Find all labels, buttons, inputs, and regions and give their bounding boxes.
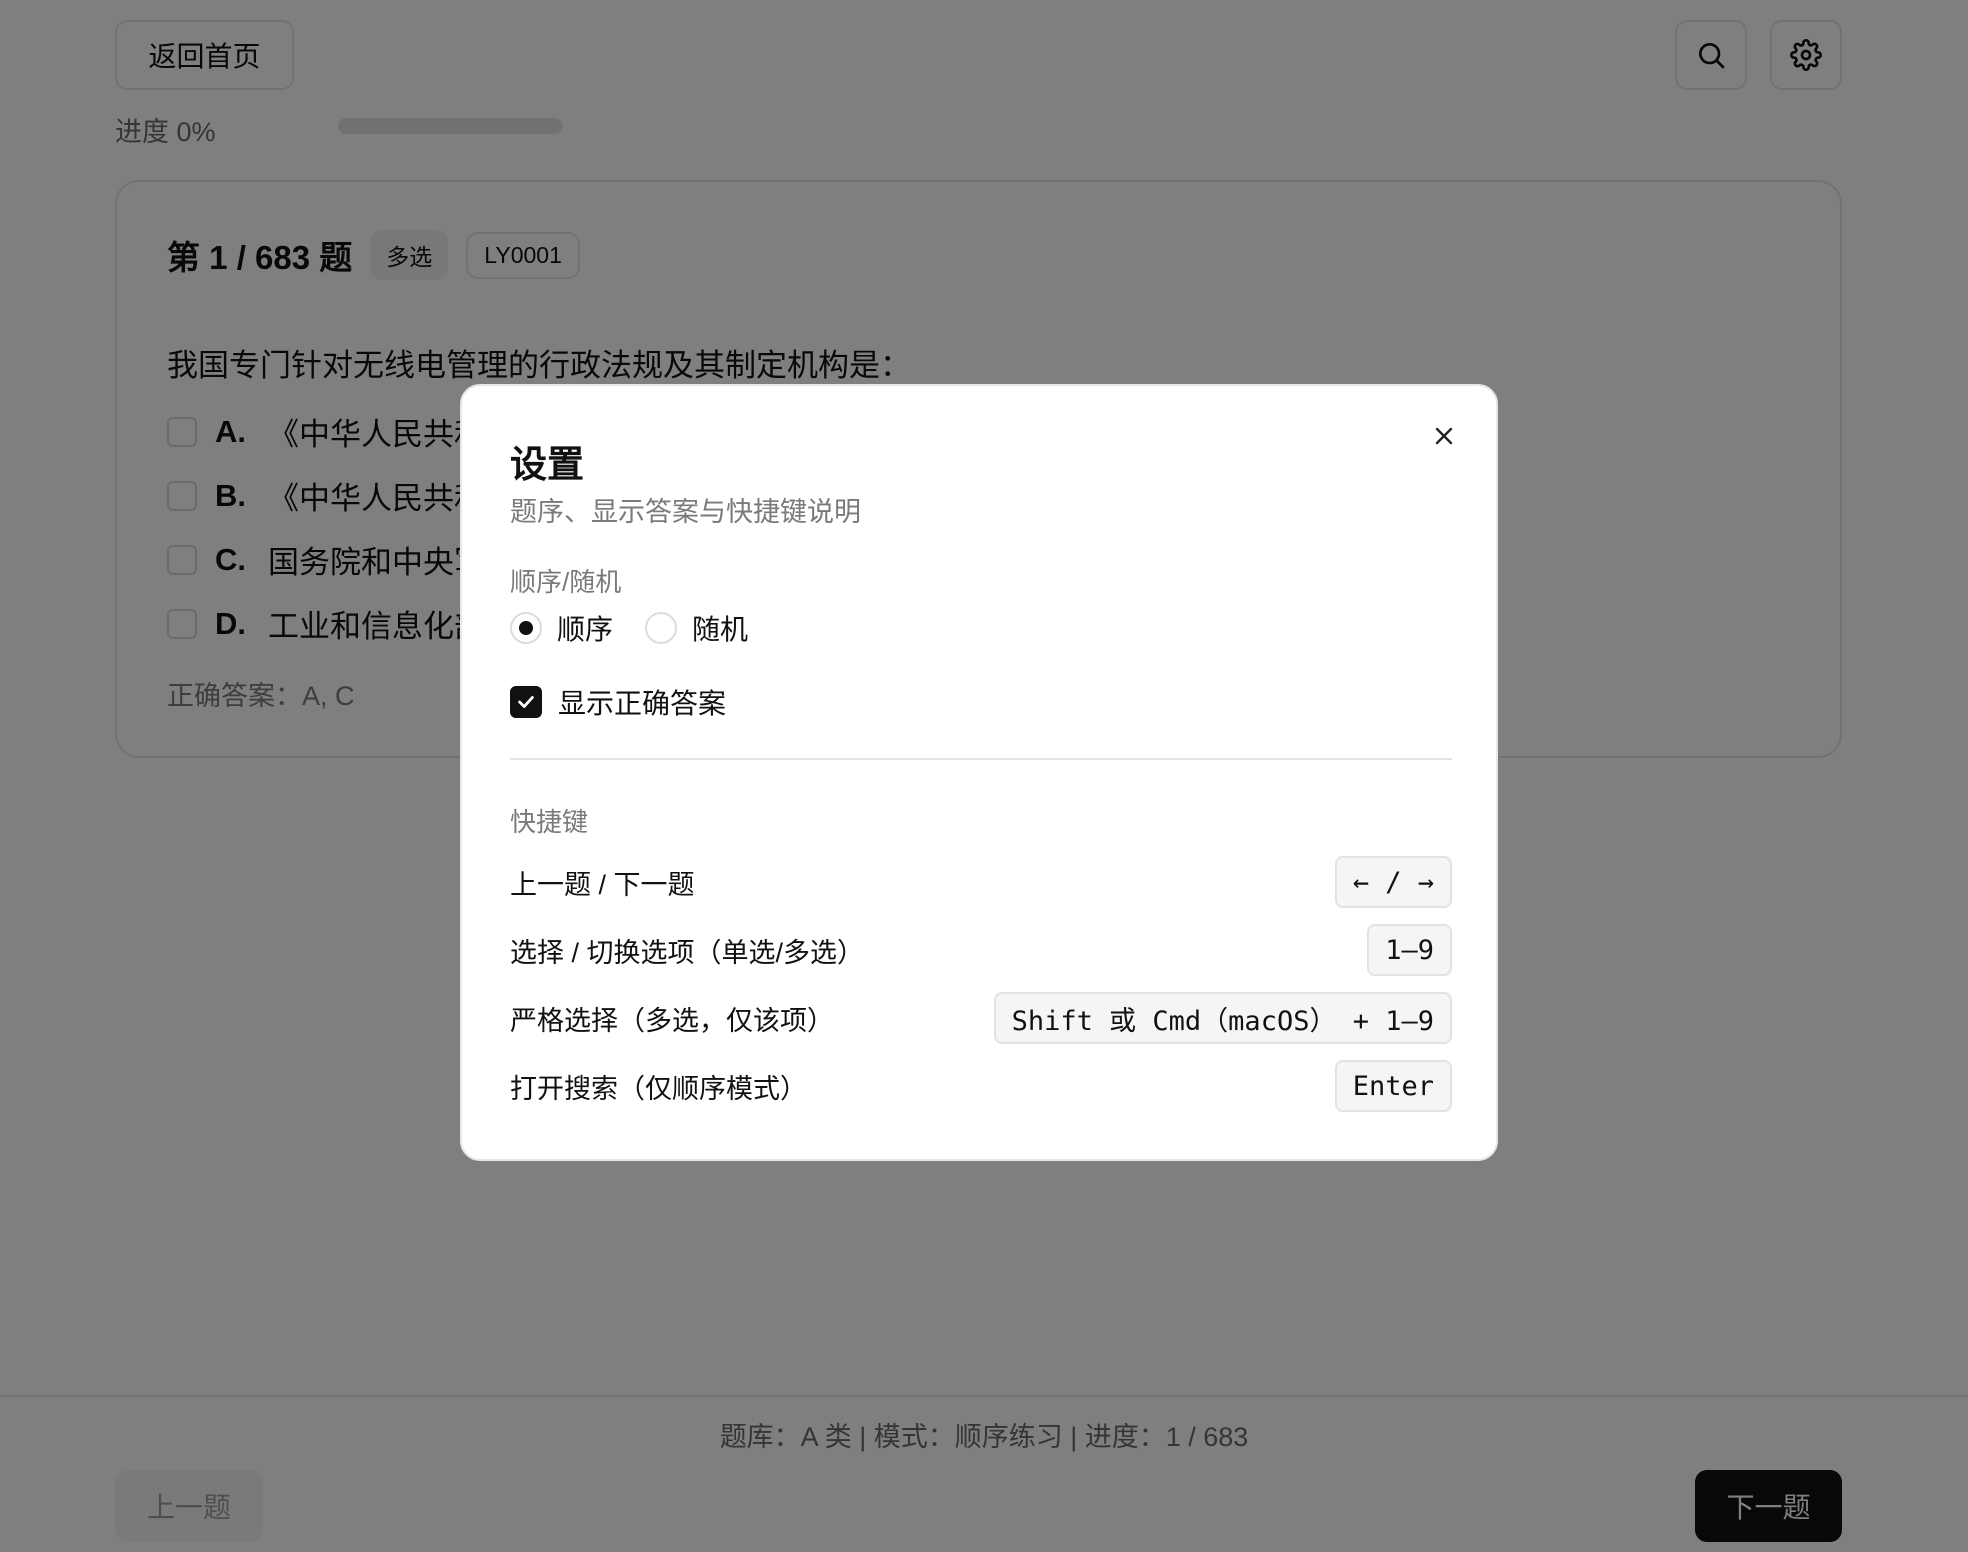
checkmark-icon (518, 696, 534, 708)
shortcut-label: 打开搜索（仅顺序模式） (510, 1073, 807, 1104)
shortcut-row: 打开搜索（仅顺序模式） Enter (510, 1060, 1452, 1112)
close-button[interactable] (1424, 416, 1464, 456)
order-section-label: 顺序/随机 (510, 567, 622, 597)
dialog-divider (510, 758, 1452, 760)
settings-dialog: 设置 题序、显示答案与快捷键说明 顺序/随机 顺序 随机 显示正确答案 快捷键 … (460, 384, 1498, 1161)
radio-label: 顺序 (557, 614, 614, 645)
close-icon (1435, 427, 1453, 445)
shortcut-keys: Enter (1334, 1060, 1452, 1112)
radio-random[interactable]: 随机 (645, 608, 748, 648)
radio-button[interactable] (645, 612, 678, 644)
radio-sequential[interactable]: 顺序 (510, 608, 613, 648)
shortcut-row: 选择 / 切换选项（单选/多选） 1–9 (510, 924, 1452, 976)
shortcuts-section-label: 快捷键 (510, 807, 589, 837)
show-answer-label: 显示正确答案 (558, 688, 727, 719)
shortcut-keys: 1–9 (1367, 924, 1452, 976)
shortcut-label: 选择 / 切换选项（单选/多选） (510, 937, 865, 968)
shortcut-keys: ← / → (1334, 856, 1452, 908)
shortcut-keys: Shift 或 Cmd（macOS） + 1–9 (993, 992, 1452, 1044)
order-radio-group: 顺序 随机 (510, 608, 780, 648)
shortcut-label: 严格选择（多选，仅该项） (510, 1005, 834, 1036)
dialog-title: 设置 (510, 444, 584, 485)
dialog-subtitle: 题序、显示答案与快捷键说明 (510, 497, 861, 527)
shortcut-row: 上一题 / 下一题 ← / → (510, 856, 1452, 908)
radio-label: 随机 (692, 614, 749, 645)
show-answer-toggle[interactable]: 显示正确答案 (510, 682, 726, 722)
shortcut-label: 上一题 / 下一题 (510, 869, 695, 900)
radio-button[interactable] (510, 612, 542, 644)
show-answer-checkbox[interactable] (510, 686, 542, 718)
shortcut-row: 严格选择（多选，仅该项） Shift 或 Cmd（macOS） + 1–9 (510, 992, 1452, 1044)
radio-selected-dot (519, 621, 533, 635)
